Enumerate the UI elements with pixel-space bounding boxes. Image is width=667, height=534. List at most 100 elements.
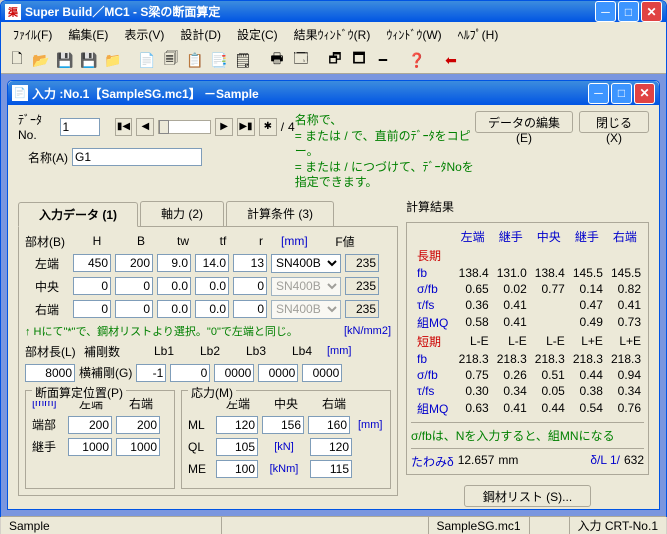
- help-text: 名称で、 = または / で、直前のﾃﾞｰﾀをコピー。 = または / につづけ…: [295, 113, 475, 191]
- sec-0-2[interactable]: [157, 254, 191, 272]
- doc3-icon[interactable]: 📋: [185, 50, 205, 70]
- cascade-icon[interactable]: 🗗: [325, 50, 345, 70]
- section-note: ↑ Hにて"*"で、鋼材リストより選択。"0"で左端と同じ。: [25, 323, 340, 339]
- sec-0-4[interactable]: [233, 254, 267, 272]
- hokog-input[interactable]: [136, 364, 166, 382]
- stress-2-0[interactable]: [216, 460, 258, 478]
- menu-view[interactable]: 表示(V): [118, 24, 170, 45]
- pos-0-0[interactable]: [68, 416, 112, 434]
- stress-group-label: 応力(M): [188, 384, 236, 401]
- next-button[interactable]: ▶: [215, 118, 233, 136]
- close-button[interactable]: ✕: [641, 1, 662, 22]
- pos-0-1[interactable]: [116, 416, 160, 434]
- sec-1-4[interactable]: [233, 277, 267, 295]
- menu-edit[interactable]: 編集(E): [62, 24, 114, 45]
- doc2-icon[interactable]: 🗐: [161, 50, 181, 70]
- print-icon[interactable]: 🖶: [267, 50, 287, 70]
- tab-axial[interactable]: 軸力 (2): [140, 201, 224, 226]
- sec-1-1[interactable]: [115, 277, 153, 295]
- menu-file[interactable]: ﾌｧｲﾙ(F): [7, 24, 58, 45]
- stress-1-2[interactable]: [310, 438, 352, 456]
- new-icon[interactable]: 🗋: [7, 50, 27, 70]
- tile-icon[interactable]: 🗖: [349, 50, 369, 70]
- total-count: 4: [288, 120, 295, 134]
- f-2: [345, 300, 379, 318]
- menu-design[interactable]: 設計(D): [174, 24, 227, 45]
- main-titlebar: 渠 Super Build／MC1 - S梁の断面算定 ─ □ ✕: [1, 1, 666, 22]
- menu-settings[interactable]: 設定(C): [231, 24, 284, 45]
- minimize-button[interactable]: ─: [595, 1, 616, 22]
- folder-icon[interactable]: 📁: [103, 50, 123, 70]
- statusbar: Sample SampleSG.mc1 入力 CRT-No.1: [1, 516, 666, 534]
- total-sep: /: [281, 120, 284, 134]
- length-label: 部材長(L): [25, 343, 80, 360]
- child-icon: 📄: [12, 85, 28, 101]
- stress-0-1[interactable]: [262, 416, 304, 434]
- last-button[interactable]: ▶▮: [237, 118, 255, 136]
- tab-conditions[interactable]: 計算条件 (3): [226, 201, 334, 226]
- toolbar: 🗋 📂 💾 💾 📁 📄 🗐 📋 📑 🗒 🖶 🗔 🗗 🗖 🗕 ❓ ⬅: [1, 47, 666, 74]
- lb2-input[interactable]: [214, 364, 254, 382]
- nav-slider[interactable]: [158, 120, 211, 134]
- status-2: SampleSG.mc1: [428, 517, 529, 534]
- child-close-button[interactable]: ✕: [634, 83, 655, 104]
- sec-0-1[interactable]: [115, 254, 153, 272]
- stress-2-2[interactable]: [310, 460, 352, 478]
- menubar: ﾌｧｲﾙ(F) 編集(E) 表示(V) 設計(D) 設定(C) 結果ｳｨﾝﾄﾞｳ…: [1, 22, 666, 47]
- lb3-input[interactable]: [258, 364, 298, 382]
- stress-0-2[interactable]: [308, 416, 350, 434]
- child-title: 入力 :No.1【SampleSG.mc1】 －Sample: [32, 85, 259, 102]
- steel-select-1: SN400B: [271, 277, 341, 296]
- sec-2-0[interactable]: [73, 300, 111, 318]
- child-maximize-button[interactable]: □: [611, 83, 632, 104]
- menu-help[interactable]: ﾍﾙﾌﾟ(H): [452, 24, 505, 45]
- status-3: 入力 CRT-No.1: [569, 517, 666, 534]
- name-input[interactable]: [72, 148, 202, 166]
- sec-1-0[interactable]: [73, 277, 111, 295]
- window-title: Super Build／MC1 - S梁の断面算定: [25, 3, 220, 20]
- sec-2-1[interactable]: [115, 300, 153, 318]
- menu-result[interactable]: 結果ｳｨﾝﾄﾞｳ(R): [288, 24, 377, 45]
- result-title: 計算結果: [406, 195, 649, 218]
- child-titlebar: 📄 入力 :No.1【SampleSG.mc1】 －Sample ─ □ ✕: [8, 81, 659, 105]
- doc1-icon[interactable]: 📄: [137, 50, 157, 70]
- edit-data-button[interactable]: データの編集(E): [475, 111, 573, 133]
- steel-list-button[interactable]: 鋼材リスト (S)...: [464, 485, 591, 507]
- lb1-input[interactable]: [170, 364, 210, 382]
- pos-1-0[interactable]: [68, 438, 112, 456]
- arrange-icon[interactable]: 🗕: [373, 50, 393, 70]
- sec-0-3[interactable]: [195, 254, 229, 272]
- steel-select-0[interactable]: SN400B: [271, 254, 341, 273]
- preview-icon[interactable]: 🗔: [291, 50, 311, 70]
- help-icon[interactable]: ❓: [407, 50, 427, 70]
- tab-input[interactable]: 入力データ (1): [18, 202, 138, 227]
- status-1: Sample: [1, 517, 221, 534]
- sec-1-3[interactable]: [195, 277, 229, 295]
- close-dialog-button[interactable]: 閉じる (X): [579, 111, 649, 133]
- sec-0-0[interactable]: [73, 254, 111, 272]
- pos-group-label: 断面算定位置(P): [32, 384, 126, 401]
- sec-2-4[interactable]: [233, 300, 267, 318]
- sec-2-2[interactable]: [157, 300, 191, 318]
- datano-input[interactable]: [60, 118, 100, 136]
- maximize-button[interactable]: □: [618, 1, 639, 22]
- sec-2-3[interactable]: [195, 300, 229, 318]
- first-button[interactable]: ▮◀: [115, 118, 133, 136]
- pos-1-1[interactable]: [116, 438, 160, 456]
- length-input[interactable]: [25, 364, 75, 382]
- save-icon[interactable]: 💾: [55, 50, 75, 70]
- doc5-icon[interactable]: 🗒: [233, 50, 253, 70]
- exit-icon[interactable]: ⬅: [441, 50, 461, 70]
- stress-1-0[interactable]: [216, 438, 258, 456]
- doc4-icon[interactable]: 📑: [209, 50, 229, 70]
- new-rec-button[interactable]: ✱: [259, 118, 277, 136]
- open-icon[interactable]: 📂: [31, 50, 51, 70]
- prev-button[interactable]: ◀: [136, 118, 154, 136]
- app-icon: 渠: [5, 4, 21, 20]
- saveall-icon[interactable]: 💾: [79, 50, 99, 70]
- lb4-input[interactable]: [302, 364, 342, 382]
- sec-1-2[interactable]: [157, 277, 191, 295]
- menu-window[interactable]: ｳｨﾝﾄﾞｳ(W): [380, 24, 447, 45]
- child-minimize-button[interactable]: ─: [588, 83, 609, 104]
- stress-0-0[interactable]: [216, 416, 258, 434]
